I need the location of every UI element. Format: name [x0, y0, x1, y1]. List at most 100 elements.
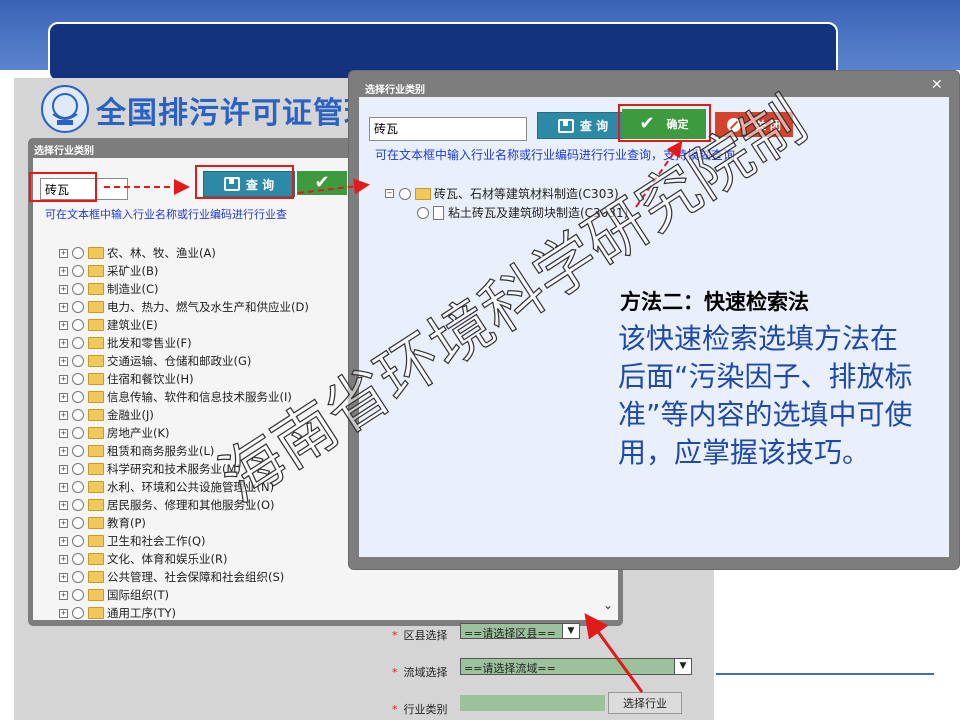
expand-icon[interactable]: + [59, 572, 68, 582]
radio-button[interactable] [72, 355, 84, 367]
highlight-box-search [29, 172, 97, 202]
district-label: * 区县选择 [392, 629, 448, 642]
expand-icon[interactable]: + [59, 248, 68, 258]
tree-item-label: 农、林、牧、渔业(A) [107, 246, 216, 260]
folder-icon [88, 481, 104, 493]
close-icon[interactable]: ✕ [931, 77, 943, 93]
radio-button[interactable] [72, 517, 84, 529]
industry-field[interactable] [460, 695, 605, 711]
tree-item[interactable]: + 房地产业(K) [59, 424, 170, 442]
basin-select[interactable]: ==请选择流域== ▼ [460, 658, 692, 675]
query-button[interactable]: 查 询 [537, 112, 629, 139]
expand-icon[interactable]: + [59, 392, 68, 402]
folder-icon [88, 301, 104, 313]
folder-icon [88, 283, 104, 295]
radio-button[interactable] [72, 373, 84, 385]
chevron-down-icon: ▼ [674, 659, 691, 674]
expand-icon[interactable]: + [59, 446, 68, 456]
folder-icon [88, 535, 104, 547]
folder-icon [88, 265, 104, 277]
expand-icon[interactable]: + [59, 338, 68, 348]
expand-icon[interactable]: + [59, 374, 68, 384]
district-select[interactable]: ==请选择区县== ▼ [460, 623, 580, 640]
tree-item-label: 文化、体育和娱乐业(R) [107, 552, 228, 566]
method-description: 该快速检索选填方法在后面“污染因子、排放标准”等内容的选填中可使用，应掌握该技巧… [618, 322, 913, 469]
radio-button[interactable] [72, 337, 84, 349]
expand-icon[interactable]: + [59, 536, 68, 546]
tree-item[interactable]: + 采矿业(B) [59, 262, 158, 280]
radio-button[interactable] [72, 607, 84, 619]
tree-item[interactable]: + 国际组织(T) [59, 586, 169, 604]
radio-button[interactable] [72, 391, 84, 403]
expand-icon[interactable]: + [59, 500, 68, 510]
tree-item-label: 金融业(J) [107, 408, 154, 422]
highlight-box-query [195, 165, 294, 199]
radio-button[interactable] [72, 499, 84, 511]
folder-icon [88, 589, 104, 601]
radio-button[interactable] [417, 206, 429, 219]
confirm-button-partial[interactable]: ✔ [297, 171, 347, 195]
expand-icon[interactable]: + [59, 320, 68, 330]
tree-item[interactable]: + 制造业(C) [59, 280, 159, 298]
method-heading: 方法二：快速检索法 [620, 290, 809, 314]
select-industry-button[interactable]: 选择行业 [608, 692, 682, 714]
radio-button[interactable] [72, 409, 84, 421]
tree-item-label: 制造业(C) [107, 282, 159, 296]
tree-item[interactable]: + 建筑业(E) [59, 316, 158, 334]
expand-icon[interactable]: + [59, 590, 68, 600]
radio-button[interactable] [72, 589, 84, 601]
tree-item-label: 交通运输、仓储和邮政业(G) [107, 354, 252, 368]
radio-button[interactable] [72, 553, 84, 565]
expand-icon[interactable]: + [59, 356, 68, 366]
tree-item[interactable]: + 卫生和社会工作(Q) [59, 532, 206, 550]
tree-item[interactable]: + 通用工序(TY) [59, 604, 176, 622]
tree-item-label: 采矿业(B) [107, 264, 159, 278]
folder-icon [88, 445, 104, 457]
expand-icon[interactable]: + [59, 266, 68, 276]
tree-item[interactable]: + 交通运输、仓储和邮政业(G) [59, 352, 251, 370]
folder-icon [88, 427, 104, 439]
radio-button[interactable] [72, 571, 84, 583]
expand-icon[interactable]: + [59, 554, 68, 564]
expand-icon[interactable]: + [59, 608, 68, 618]
tree-item[interactable]: + 文化、体育和娱乐业(R) [59, 550, 227, 568]
tree-item[interactable]: + 批发和零售业(F) [59, 334, 192, 352]
expand-icon[interactable]: + [59, 428, 68, 438]
radio-button[interactable] [72, 427, 84, 439]
radio-button[interactable] [72, 301, 84, 313]
tree-item-label: 卫生和社会工作(Q) [107, 534, 206, 548]
radio-button[interactable] [72, 463, 84, 475]
radio-button[interactable] [72, 247, 84, 259]
expand-icon[interactable]: + [59, 482, 68, 492]
expand-icon[interactable]: + [59, 302, 68, 312]
tree-item[interactable]: + 电力、热力、燃气及水生产和供应业(D) [59, 298, 309, 316]
radio-button[interactable] [72, 283, 84, 295]
expand-icon[interactable]: + [59, 284, 68, 294]
radio-button[interactable] [72, 265, 84, 277]
tree-item[interactable]: + 住宿和餐饮业(H) [59, 370, 194, 388]
tree-item[interactable]: + 公共管理、社会保障和社会组织(S) [59, 568, 284, 586]
tree-item-label: 通用工序(TY) [107, 606, 177, 620]
radio-button[interactable] [72, 445, 84, 457]
tree-item[interactable]: + 金融业(J) [59, 406, 154, 424]
radio-button[interactable] [399, 187, 411, 200]
radio-button[interactable] [72, 535, 84, 547]
folder-icon [88, 553, 104, 565]
search-input[interactable]: 砖瓦 [369, 117, 527, 141]
scroll-down-icon[interactable]: ⌄ [603, 598, 617, 618]
folder-icon [88, 373, 104, 385]
tree-item[interactable]: + 信息传输、软件和信息技术服务业(I) [59, 388, 292, 406]
decorative-line [716, 673, 934, 675]
tree-item-label: 房地产业(K) [107, 426, 170, 440]
tree-item[interactable]: + 农、林、牧、渔业(A) [59, 244, 216, 262]
collapse-icon[interactable]: − [385, 189, 394, 198]
folder-icon [88, 499, 104, 511]
expand-icon[interactable]: + [59, 518, 68, 528]
tree-item-label: 国际组织(T) [107, 588, 169, 602]
radio-button[interactable] [72, 481, 84, 493]
radio-button[interactable] [72, 319, 84, 331]
expand-icon[interactable]: + [59, 464, 68, 474]
expand-icon[interactable]: + [59, 410, 68, 420]
save-icon [557, 118, 574, 133]
tree-item[interactable]: + 教育(P) [59, 514, 146, 532]
